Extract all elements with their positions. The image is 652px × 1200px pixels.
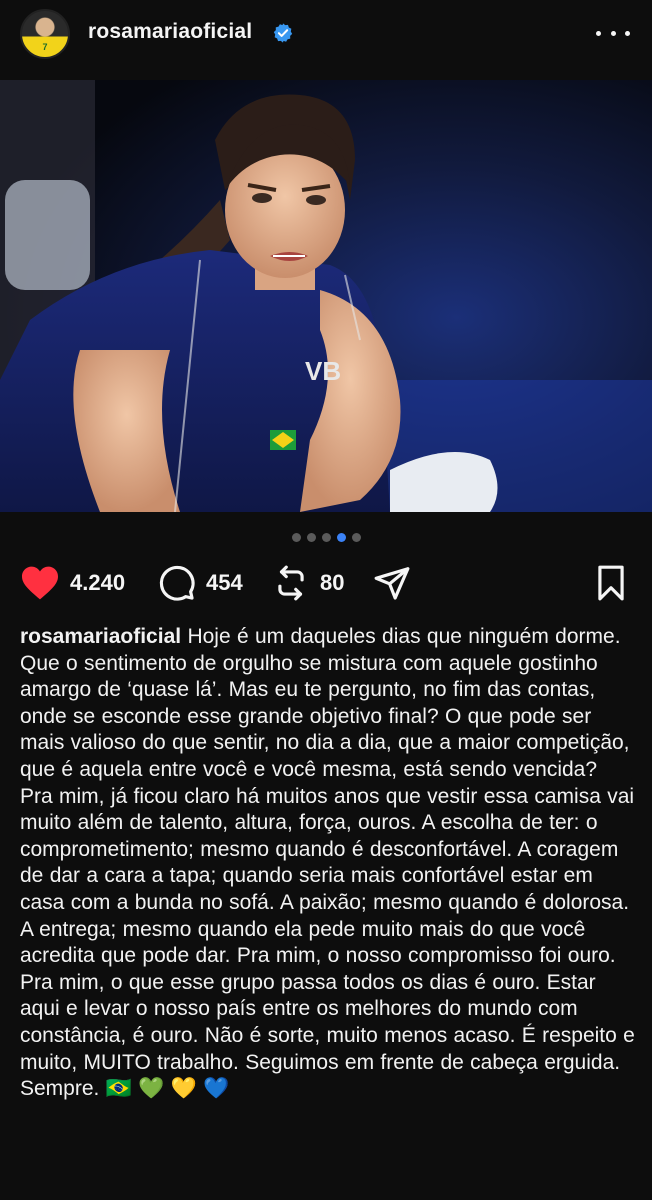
post-username[interactable]: rosamariaoficial — [88, 20, 252, 44]
like-count: 4.240 — [70, 570, 126, 595]
action-bar: 4.240 454 80 — [0, 560, 652, 606]
carousel-dot — [291, 533, 301, 542]
carousel-dot — [306, 533, 316, 542]
repost-count: 80 — [320, 570, 345, 595]
caption-text: Hoje é um daqueles dias que ninguém dorm… — [20, 625, 635, 1101]
post-photo[interactable]: VB — [0, 80, 652, 512]
verified-badge-icon — [273, 23, 293, 43]
repost-arrows-icon — [278, 565, 304, 601]
heart-filled-icon — [22, 566, 58, 600]
carousel-dot-active — [336, 533, 346, 542]
comment-button[interactable]: 454 — [158, 560, 243, 606]
svg-text:VB: VB — [305, 356, 341, 386]
comment-bubble-icon — [159, 565, 195, 601]
more-options-icon[interactable] — [596, 20, 630, 46]
profile-avatar[interactable]: 7 — [20, 9, 70, 59]
caption-username[interactable]: rosamariaoficial — [20, 625, 181, 648]
carousel-dot — [321, 533, 331, 542]
post-header: 7 rosamariaoficial — [0, 0, 652, 72]
avatar-jersey-number: 7 — [42, 42, 48, 52]
bookmark-icon — [598, 565, 624, 601]
post-caption: rosamariaoficial Hoje é um daqueles dias… — [20, 624, 636, 1103]
athlete-photo-illustration: VB — [0, 80, 652, 512]
save-button[interactable] — [592, 560, 630, 606]
comment-count: 454 — [206, 570, 243, 595]
carousel-indicator — [0, 533, 652, 542]
like-button[interactable]: 4.240 — [20, 560, 125, 606]
carousel-dot — [351, 533, 361, 542]
repost-button[interactable]: 80 — [272, 560, 344, 606]
share-button[interactable] — [372, 560, 412, 606]
send-paper-plane-icon — [374, 567, 410, 600]
caption-emojis: 🇧🇷 💚 💛 💙 — [105, 1077, 230, 1101]
